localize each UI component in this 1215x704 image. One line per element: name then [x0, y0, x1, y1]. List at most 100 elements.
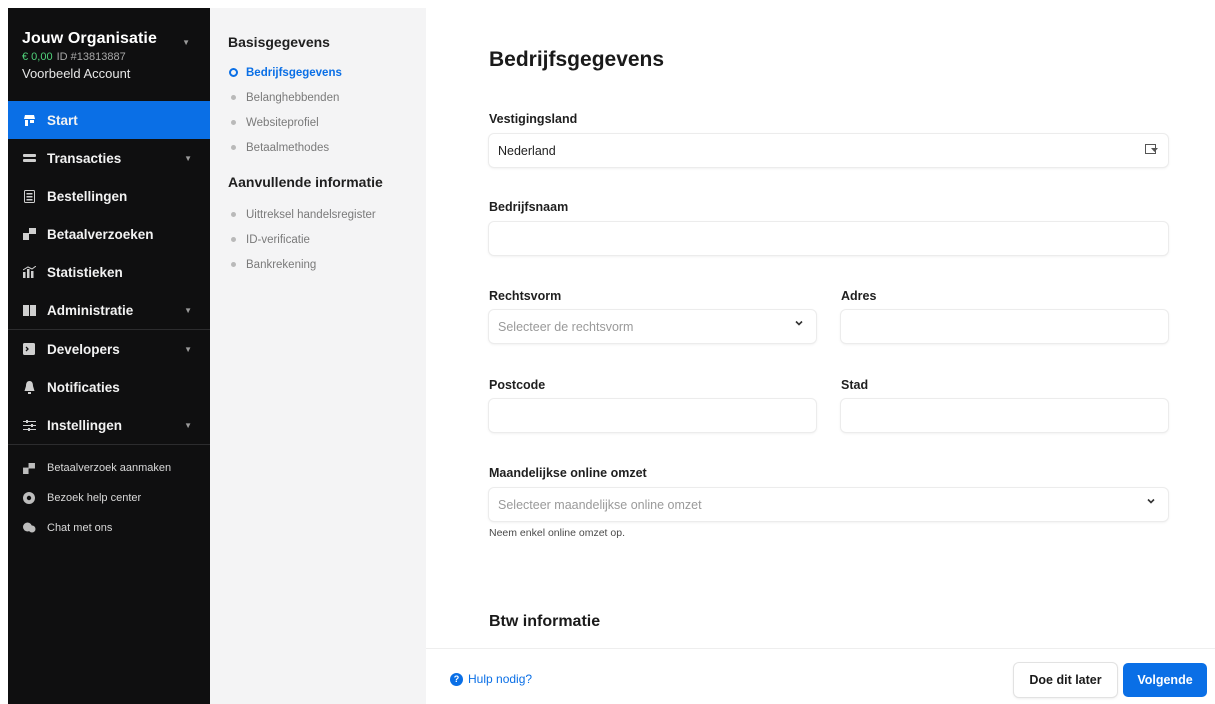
- nav-item-notificaties[interactable]: Notificaties: [8, 368, 210, 406]
- nav-item-transacties[interactable]: Transacties ▼: [8, 139, 210, 177]
- payment-request-icon: [22, 227, 36, 241]
- step-uittreksel[interactable]: Uittreksel handelsregister: [228, 202, 426, 227]
- caret-down-icon: ▼: [184, 420, 192, 430]
- turnover-label: Maandelijkse online omzet: [489, 466, 647, 480]
- help-label: Hulp nodig?: [468, 672, 533, 686]
- page-title: Bedrijfsgegevens: [489, 48, 665, 71]
- bell-icon: [22, 380, 36, 394]
- country-label: Vestigingsland: [489, 112, 578, 126]
- legal-form-label: Rechtsvorm: [489, 289, 562, 303]
- caret-down-icon: ▼: [184, 153, 192, 163]
- step-belanghebbenden[interactable]: Belanghebbenden: [228, 85, 426, 110]
- nav-item-label: Betaalverzoeken: [47, 226, 154, 242]
- link-help-center[interactable]: Bezoek help center: [8, 483, 210, 513]
- step-label: Bedrijfsgegevens: [246, 66, 342, 79]
- link-label: Betaalverzoek aanmaken: [47, 462, 172, 474]
- nav-item-label: Transacties: [47, 150, 122, 166]
- account-name: Voorbeeld Account: [22, 66, 131, 81]
- terminal-icon: [22, 342, 36, 356]
- book-icon: [22, 303, 36, 317]
- vat-section-title: Btw informatie: [489, 613, 601, 630]
- step-label: Uittreksel handelsregister: [246, 208, 376, 221]
- transactions-icon: [22, 151, 36, 165]
- chevron-down-icon: [1146, 496, 1156, 509]
- nav-item-label: Bestellingen: [47, 188, 128, 204]
- step-websiteprofiel[interactable]: Websiteprofiel: [228, 110, 426, 135]
- company-name-label: Bedrijfsnaam: [489, 200, 569, 214]
- step-dot-icon: [231, 212, 236, 217]
- sliders-icon: [22, 418, 36, 432]
- step-label: Belanghebbenden: [246, 91, 340, 104]
- step-group-title: Basisgegevens: [228, 34, 330, 50]
- company-name-input[interactable]: [489, 222, 1168, 255]
- turnover-placeholder: Selecteer maandelijkse online omzet: [498, 497, 702, 512]
- step-dot-icon: [231, 237, 236, 242]
- organization-switcher[interactable]: Jouw Organisatie € 0,00 ID #13813887 Voor…: [8, 8, 210, 101]
- orders-icon: [22, 189, 36, 203]
- legal-form-placeholder: Selecteer de rechtsvorm: [498, 319, 634, 334]
- address-input[interactable]: [841, 310, 1168, 343]
- nav-item-instellingen[interactable]: Instellingen ▼: [8, 406, 210, 444]
- nav-item-developers[interactable]: Developers ▼: [8, 330, 210, 368]
- nav-item-label: Developers: [47, 341, 120, 357]
- step-group-title: Aanvullende informatie: [228, 174, 383, 190]
- nav-item-administratie[interactable]: Administratie ▼: [8, 291, 210, 329]
- nav-item-label: Instellingen: [47, 417, 123, 433]
- nav-item-label: Notificaties: [47, 379, 120, 395]
- statistics-icon: [22, 265, 36, 279]
- link-chat[interactable]: Chat met ons: [8, 513, 210, 543]
- organization-meta: € 0,00 ID #13813887: [22, 51, 196, 63]
- step-dot-icon: [231, 262, 236, 267]
- step-label: Betaalmethodes: [246, 141, 330, 154]
- country-value: Nederland: [498, 143, 556, 158]
- help-link[interactable]: ? Hulp nodig?: [450, 672, 532, 686]
- company-details-form: Bedrijfsgegevens Vestigingsland Nederlan…: [426, 8, 1215, 648]
- next-button[interactable]: Volgende: [1123, 663, 1207, 697]
- caret-down-icon: ▼: [182, 38, 190, 47]
- nav-item-label: Start: [47, 112, 78, 128]
- step-label: Bankrekening: [246, 258, 317, 271]
- step-betaalmethodes[interactable]: Betaalmethodes: [228, 135, 426, 160]
- turnover-select[interactable]: Selecteer maandelijkse online omzet: [489, 488, 1168, 521]
- step-dot-icon: [231, 145, 236, 150]
- organization-id: ID #13813887: [56, 51, 126, 63]
- link-create-payment-request[interactable]: Betaalverzoek aanmaken: [8, 453, 210, 483]
- onboarding-steps: Basisgegevens Bedrijfsgegevens Belangheb…: [210, 8, 426, 704]
- address-label: Adres: [841, 289, 877, 303]
- store-icon: [22, 113, 36, 127]
- city-label: Stad: [841, 378, 869, 392]
- do-later-button[interactable]: Doe dit later: [1014, 663, 1117, 697]
- country-select[interactable]: Nederland: [489, 134, 1168, 167]
- postcode-label: Postcode: [489, 378, 546, 392]
- nav-item-statistieken[interactable]: Statistieken: [8, 253, 210, 291]
- step-dot-icon: [231, 95, 236, 100]
- balance: € 0,00: [22, 51, 53, 63]
- link-label: Bezoek help center: [47, 492, 142, 504]
- form-footer: ? Hulp nodig? Doe dit later Volgende: [426, 648, 1215, 704]
- caret-down-icon: ▼: [184, 344, 192, 354]
- step-ring-icon: [229, 68, 238, 77]
- step-dot-icon: [231, 120, 236, 125]
- legal-form-select[interactable]: Selecteer de rechtsvorm: [489, 310, 816, 343]
- organization-name: Jouw Organisatie: [22, 30, 157, 47]
- turnover-hint: Neem enkel online omzet op.: [489, 527, 625, 539]
- question-icon: ?: [450, 672, 463, 686]
- city-input[interactable]: [841, 399, 1168, 432]
- chevron-down-icon: [794, 318, 804, 331]
- step-label: Websiteprofiel: [246, 116, 319, 129]
- step-id-verificatie[interactable]: ID-verificatie: [228, 227, 426, 252]
- select-country-icon: [1145, 143, 1159, 156]
- step-bedrijfsgegevens[interactable]: Bedrijfsgegevens: [228, 60, 426, 85]
- main-sidebar: Jouw Organisatie € 0,00 ID #13813887 Voor…: [8, 8, 210, 704]
- link-label: Chat met ons: [47, 522, 113, 534]
- nav-item-start[interactable]: Start: [8, 101, 210, 139]
- step-bankrekening[interactable]: Bankrekening: [228, 252, 426, 277]
- chat-icon: [22, 521, 36, 535]
- nav-item-label: Statistieken: [47, 264, 123, 280]
- caret-down-icon: ▼: [184, 305, 192, 315]
- nav-item-bestellingen[interactable]: Bestellingen: [8, 177, 210, 215]
- nav-item-label: Administratie: [47, 302, 134, 318]
- postcode-input[interactable]: [489, 399, 816, 432]
- nav-item-betaalverzoeken[interactable]: Betaalverzoeken: [8, 215, 210, 253]
- step-label: ID-verificatie: [246, 233, 310, 246]
